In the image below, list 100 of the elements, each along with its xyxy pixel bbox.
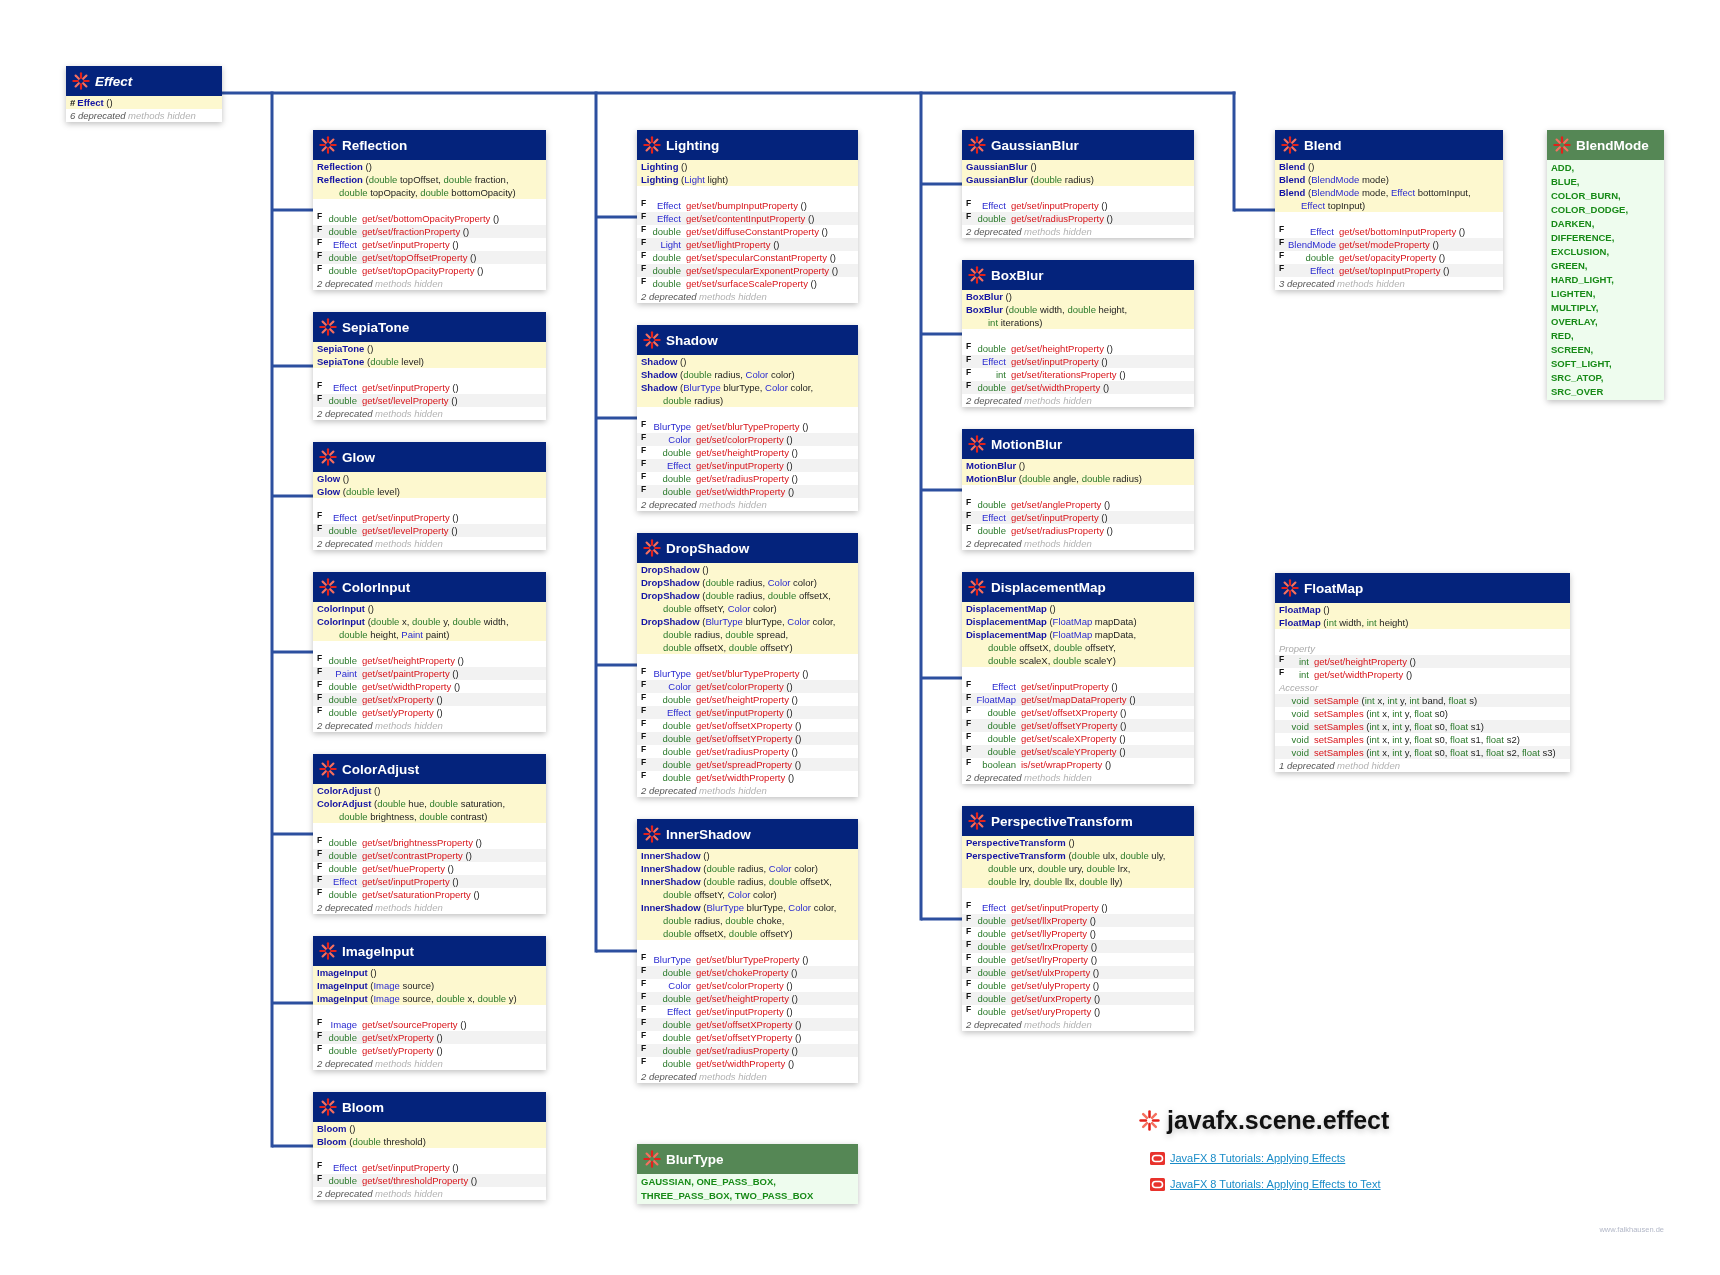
member-signature: F Effect get/set/inputProperty ()	[962, 901, 1194, 914]
constructor-signature: BoxBlur ()	[966, 290, 1013, 303]
constructor-signature: ImageInput ()	[317, 966, 378, 979]
member-signature: F Effect get/set/bottomInputProperty ()	[1275, 225, 1503, 238]
constructor-signature: PerspectiveTransform ()	[966, 836, 1076, 849]
deprecated-note: 2 deprecated methods hidden	[965, 537, 1093, 550]
class-name: Effect	[95, 73, 133, 89]
tutorial-link[interactable]: JavaFX 8 Tutorials: Applying Effects to Text	[1170, 1178, 1381, 1190]
deprecated-note: 2 deprecated methods hidden	[965, 225, 1093, 238]
member-signature: F double get/set/hueProperty ()	[313, 862, 546, 875]
member-signature: F double get/set/widthProperty ()	[637, 1057, 858, 1070]
constructor-signature: InnerShadow (double radius, double offsetX, double offsetY, Color color)	[641, 875, 833, 901]
constructor-signature: InnerShadow (double radius, Color color)	[641, 862, 819, 875]
member-signature: void setSamples (int x, int y, float s0)	[1275, 707, 1570, 720]
package-title: javafx.scene.effect	[1167, 1105, 1390, 1135]
member-signature: void setSample (int x, int y, int band, float s)	[1275, 694, 1570, 707]
member-signature: F double get/set/bottomOpacityProperty ()	[313, 212, 546, 225]
member-signature: F double get/set/spreadProperty ()	[637, 758, 858, 771]
constructor-signature: InnerShadow (BlurType blurType, Color color, double radius, double choke, double offsetX, double offsetY)	[641, 901, 838, 940]
member-signature: F double get/set/heightProperty ()	[637, 992, 858, 1005]
starburst-icon	[319, 1098, 337, 1116]
member-signature: F double get/set/contrastProperty ()	[313, 849, 546, 862]
class-name: ImageInput	[342, 943, 414, 959]
constructor-signature: Lighting (Light light)	[641, 173, 730, 186]
member-signature: F Effect get/set/inputProperty ()	[637, 1005, 858, 1018]
constructor-signature: SepiaTone ()	[317, 342, 375, 355]
member-signature: void setSamples (int x, int y, float s0, float s1, float s2)	[1275, 733, 1570, 746]
member-signature: F Effect get/set/bumpInputProperty ()	[637, 199, 858, 212]
class-name: ColorAdjust	[342, 761, 420, 777]
member-signature: F Effect get/set/inputProperty ()	[962, 199, 1194, 212]
starburst-icon	[968, 812, 986, 830]
enum-constant: SRC_ATOP,	[1551, 371, 1605, 385]
constructor-signature: DropShadow (double radius, Color color)	[641, 576, 818, 589]
constructor-signature: MotionBlur (double angle, double radius)	[966, 472, 1143, 485]
member-signature: F double get/set/widthProperty ()	[313, 680, 546, 693]
constructor-signature: DropShadow (double radius, double offsetX, double offsetY, Color color)	[641, 589, 832, 615]
constructor-signature: DisplacementMap ()	[966, 602, 1057, 615]
member-signature: F Image get/set/sourceProperty ()	[313, 1018, 546, 1031]
member-signature: F double get/set/widthProperty ()	[962, 381, 1194, 394]
constructor-signature: Glow ()	[317, 472, 351, 485]
oval-tile-icon	[1150, 1177, 1165, 1191]
member-signature: F double get/set/levelProperty ()	[313, 394, 546, 407]
enum-constant: HARD_LIGHT,	[1551, 273, 1615, 287]
member-signature: F double get/set/scaleYProperty ()	[962, 745, 1194, 758]
member-signature: F double get/set/yProperty ()	[313, 706, 546, 719]
member-signature: F Effect get/set/inputProperty ()	[313, 238, 546, 251]
member-signature: F double get/set/scaleXProperty ()	[962, 732, 1194, 745]
constructor-signature: Blend (BlendMode mode, Effect bottomInput, Effect topInput)	[1279, 186, 1472, 212]
member-signature: F double get/set/uryProperty ()	[962, 1005, 1194, 1018]
member-signature: F Light get/set/lightProperty ()	[637, 238, 858, 251]
starburst-icon	[319, 448, 337, 466]
constructor-signature: Blend (BlendMode mode)	[1279, 173, 1390, 186]
deprecated-note: 2 deprecated methods hidden	[965, 1018, 1093, 1031]
member-signature: F double get/set/thresholdProperty ()	[313, 1174, 546, 1187]
member-signature: F double get/set/offsetYProperty ()	[637, 1031, 858, 1044]
starburst-icon	[319, 318, 337, 336]
tutorial-link[interactable]: JavaFX 8 Tutorials: Applying Effects	[1170, 1152, 1346, 1164]
starburst-icon	[319, 136, 337, 154]
member-signature: F double get/set/heightProperty ()	[637, 693, 858, 706]
enum-constant: GREEN,	[1551, 259, 1589, 273]
constructor-signature: Bloom ()	[317, 1122, 357, 1135]
member-signature: F double get/set/offsetXProperty ()	[637, 719, 858, 732]
member-signature: F double get/set/ulxProperty ()	[962, 966, 1194, 979]
enum-constant: ADD,	[1551, 161, 1576, 175]
enum-constant: SOFT_LIGHT,	[1551, 357, 1613, 371]
constructor-signature: FloatMap (int width, int height)	[1279, 616, 1410, 629]
deprecated-note: 2 deprecated methods hidden	[316, 277, 444, 290]
deprecated-note: 2 deprecated methods hidden	[316, 537, 444, 550]
member-signature: F int get/set/iterationsProperty ()	[962, 368, 1194, 381]
member-signature: F double get/set/topOffsetProperty ()	[313, 251, 546, 264]
deprecated-note: 2 deprecated methods hidden	[965, 771, 1093, 784]
deprecated-note: 3 deprecated methods hidden	[1278, 277, 1406, 290]
member-signature: F double get/set/heightProperty ()	[313, 654, 546, 667]
class-name: FloatMap	[1304, 580, 1364, 596]
oval-tile-icon	[1150, 1151, 1165, 1165]
deprecated-note: 2 deprecated methods hidden	[640, 498, 768, 511]
member-signature: F double get/set/angleProperty ()	[962, 498, 1194, 511]
member-signature: F Effect get/set/inputProperty ()	[313, 875, 546, 888]
member-signature: F Effect get/set/inputProperty ()	[637, 706, 858, 719]
constructor-signature: FloatMap ()	[1279, 603, 1331, 616]
member-signature: F Color get/set/colorProperty ()	[637, 979, 858, 992]
member-signature: F double get/set/diffuseConstantProperty ()	[637, 225, 858, 238]
constructor-signature: GaussianBlur ()	[966, 160, 1038, 173]
member-signature: F double get/set/offsetYProperty ()	[637, 732, 858, 745]
member-signature: F double get/set/chokeProperty ()	[637, 966, 858, 979]
constructor-signature: SepiaTone (double level)	[317, 355, 426, 368]
enum-constant: RED,	[1551, 329, 1575, 343]
constructor-signature: ColorInput (double x, double y, double width, double height, Paint paint)	[317, 615, 510, 641]
member-signature: F double get/set/saturationProperty ()	[313, 888, 546, 901]
constructor-signature: DropShadow ()	[641, 563, 710, 576]
class-name: Bloom	[342, 1099, 384, 1115]
member-signature: F double get/set/offsetXProperty ()	[962, 706, 1194, 719]
enum-constant: MULTIPLY,	[1551, 301, 1600, 315]
class-name: Lighting	[666, 137, 720, 153]
constructor-signature: # Effect ()	[70, 96, 114, 109]
deprecated-note: 2 deprecated methods hidden	[316, 1187, 444, 1200]
class-name: ColorInput	[342, 579, 411, 595]
constructor-signature: MotionBlur ()	[966, 459, 1027, 472]
constructor-signature: ImageInput (Image source, double x, double y)	[317, 992, 518, 1005]
constructor-signature: DisplacementMap (FloatMap mapData)	[966, 615, 1138, 628]
